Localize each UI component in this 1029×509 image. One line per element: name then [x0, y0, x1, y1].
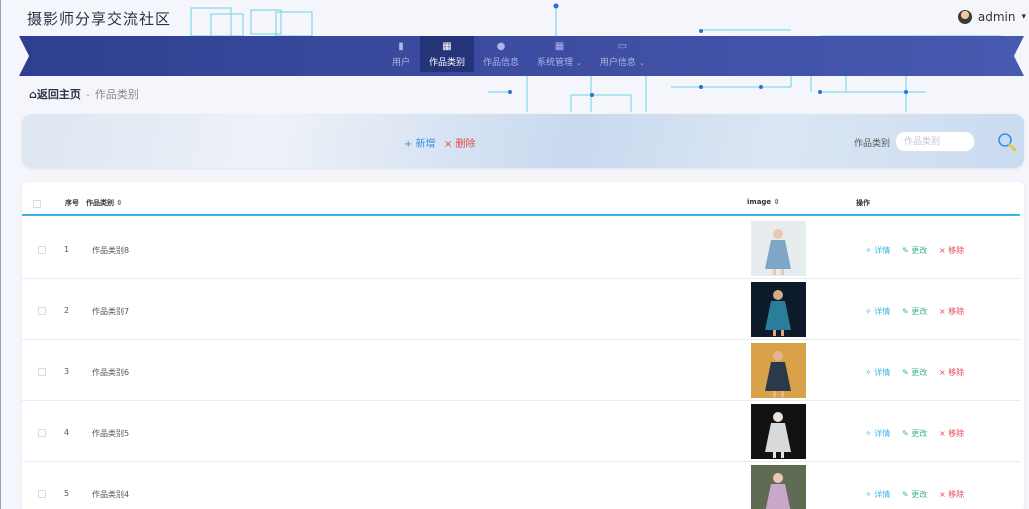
person-icon: ● [496, 40, 506, 52]
row-image[interactable] [751, 282, 806, 337]
column-header-category[interactable]: 作品类别 ⇳ [86, 198, 122, 208]
nav-item-label: 用户 [391, 57, 410, 68]
edit-button[interactable]: ✎ 更改 [902, 245, 927, 256]
column-header-index: 序号 [65, 199, 79, 207]
edit-button[interactable]: ✎ 更改 [902, 306, 927, 317]
nav-item-label: 作品类别 [429, 57, 466, 68]
remove-button[interactable]: × 移除 [939, 489, 964, 500]
breadcrumb-current: 作品类别 [94, 88, 139, 101]
grid-icon: ▦ [554, 40, 565, 52]
breadcrumb-home-label[interactable]: 返回主页 [37, 88, 81, 101]
remove-button[interactable]: × 移除 [939, 306, 964, 317]
nav-item-label: 作品信息 [483, 57, 520, 68]
nav-item-0[interactable]: ▮ 用户 [382, 36, 420, 72]
row-image[interactable] [751, 221, 806, 276]
edit-button[interactable]: ✎ 更改 [902, 489, 927, 500]
column-header-actions: 操作 [856, 199, 870, 207]
home-icon: ⌂ [29, 88, 37, 101]
row-index: 1 [64, 245, 70, 254]
nav-item-3[interactable]: ▦ 系统管理 ⌄ [528, 36, 591, 72]
select-all-checkbox[interactable] [33, 200, 41, 208]
remove-button[interactable]: × 移除 [939, 245, 964, 256]
chevron-down-icon: ⌄ [638, 58, 645, 67]
detail-button[interactable]: ✧ 详情 [865, 489, 890, 500]
nav-item-2[interactable]: ● 作品信息 [474, 36, 528, 72]
caret-down-icon[interactable]: ▾ [1021, 12, 1026, 22]
row-index: 2 [64, 306, 70, 315]
chevron-down-icon: ⌄ [576, 58, 582, 67]
site-title: 摄影师分享交流社区 [27, 10, 172, 28]
edit-button[interactable]: ✎ 更改 [902, 367, 927, 378]
row-checkbox[interactable] [38, 429, 46, 437]
table-row: 3 作品类别6 ✧ 详情 ✎ 更改 × 移除 [22, 340, 1020, 401]
row-checkbox[interactable] [38, 246, 46, 254]
search-input[interactable] [895, 131, 975, 152]
nav-item-1[interactable]: ▦ 作品类别 [420, 36, 475, 72]
edit-button[interactable]: ✎ 更改 [902, 428, 927, 439]
row-category: 作品类别7 [92, 307, 130, 316]
table-row: 1 作品类别8 ✧ 详情 ✎ 更改 × 移除 [22, 218, 1020, 279]
bar-chart-icon: ▮ [398, 40, 404, 52]
calendar-icon: ▭ [617, 40, 628, 52]
grid-icon: ▦ [442, 40, 452, 52]
user-menu[interactable]: admin ▾ [957, 10, 1026, 24]
nav-item-text: 用户 [392, 55, 410, 68]
row-image[interactable] [751, 404, 806, 459]
nav-item-text: 作品信息 [483, 55, 519, 68]
nav-item-label: 用户信息 [599, 57, 636, 68]
row-category: 作品类别6 [92, 368, 130, 377]
detail-button[interactable]: ✧ 详情 [865, 367, 890, 378]
table-row: 4 作品类别5 ✧ 详情 ✎ 更改 × 移除 [22, 401, 1020, 462]
row-index: 5 [64, 489, 70, 498]
table-row: 2 作品类别7 ✧ 详情 ✎ 更改 × 移除 [22, 279, 1020, 340]
table-row: 5 作品类别4 ✧ 详情 ✎ 更改 × 移除 [22, 462, 1020, 509]
main-nav: ▮ 用户 ▦ 作品类别 ● 作品信息 ▦ 系统管理 ⌄ ▭ 用户信息 ⌄ [382, 36, 654, 72]
detail-button[interactable]: ✧ 详情 [865, 428, 890, 439]
delete-button[interactable]: × 删除 [444, 135, 476, 150]
breadcrumb: ⌂返回主页 - 作品类别 [29, 86, 139, 102]
remove-button[interactable]: × 移除 [939, 428, 964, 439]
nav-item-text: 系统管理 ⌄ [537, 55, 582, 68]
avatar[interactable] [957, 10, 972, 24]
remove-button[interactable]: × 移除 [939, 367, 964, 378]
row-image[interactable] [751, 465, 806, 509]
search-icon[interactable] [995, 131, 1019, 153]
detail-button[interactable]: ✧ 详情 [865, 245, 890, 256]
row-index: 3 [64, 367, 70, 376]
row-category: 作品类别8 [92, 246, 130, 255]
table-header: 序号 作品类别 ⇳ image ⇳ 操作 [22, 192, 1020, 216]
nav-item-text: 作品类别 [429, 55, 465, 68]
nav-item-label: 系统管理 [537, 57, 574, 68]
add-button[interactable]: + 新增 [404, 135, 436, 150]
breadcrumb-separator: - [85, 87, 90, 101]
row-index: 4 [64, 428, 70, 437]
nav-item-4[interactable]: ▭ 用户信息 ⌄ [591, 36, 654, 72]
nav-item-text: 用户信息 ⌄ [600, 55, 645, 68]
user-name[interactable]: admin [978, 10, 1016, 24]
top-bar: 摄影师分享交流社区 admin ▾ [1, 0, 1029, 36]
search-label: 作品类别 [854, 139, 891, 149]
breadcrumb-home[interactable]: ⌂返回主页 [29, 86, 81, 102]
row-category: 作品类别5 [92, 429, 130, 438]
row-checkbox[interactable] [38, 368, 46, 376]
row-category: 作品类别4 [92, 490, 130, 499]
row-image[interactable] [751, 343, 806, 398]
row-checkbox[interactable] [38, 307, 46, 315]
detail-button[interactable]: ✧ 详情 [865, 306, 890, 317]
column-header-image[interactable]: image ⇳ [747, 198, 779, 206]
row-checkbox[interactable] [38, 490, 46, 498]
